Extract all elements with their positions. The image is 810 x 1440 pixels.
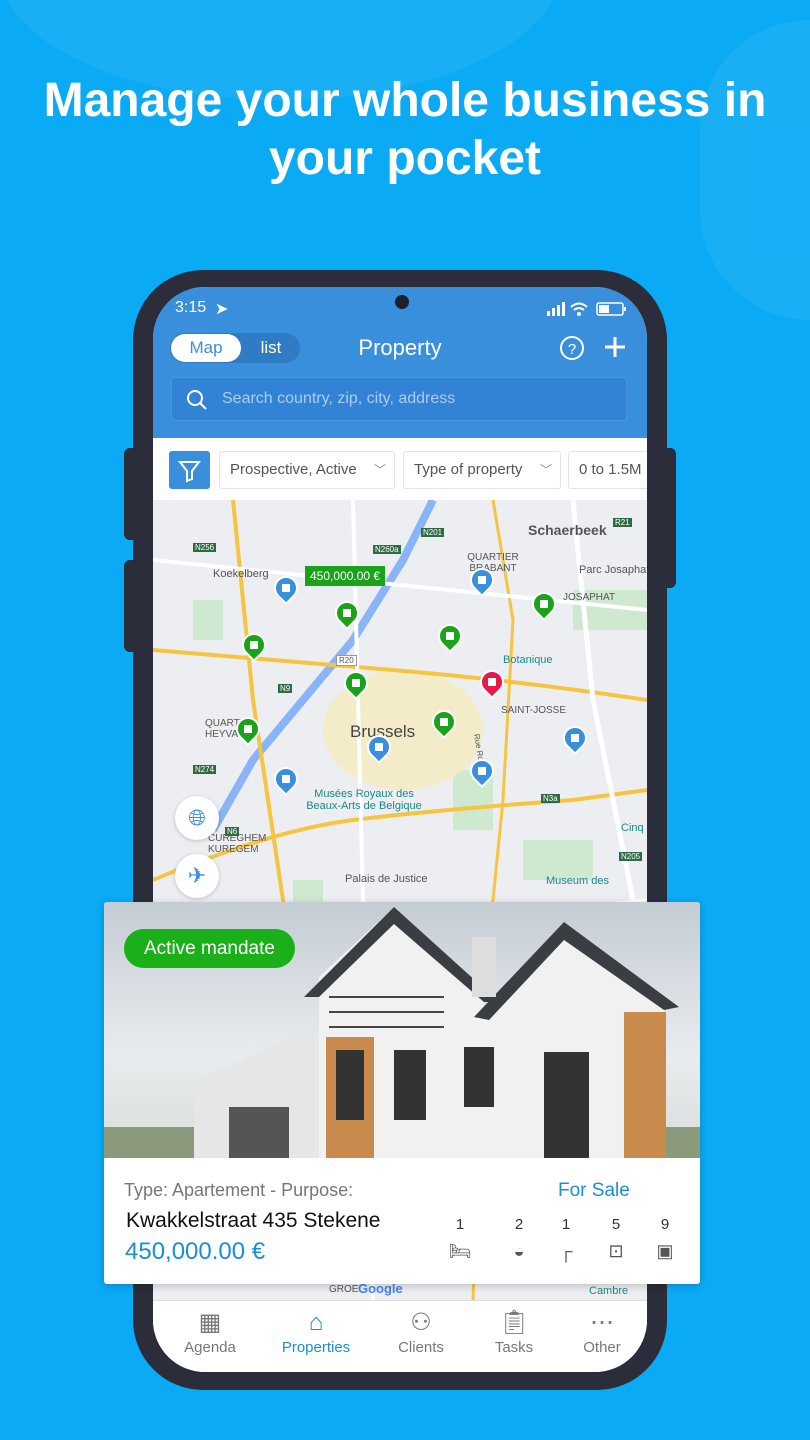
price-filter-label: 0 to 1.5M [579,461,642,478]
road-label: R21 [613,518,632,527]
tab-other[interactable]: ⋯ Other [557,1307,647,1356]
road-label: N9 [278,684,293,693]
filter-bar: Prospective, Active ﹀ Type of property ﹀ 0… [153,438,647,500]
search-icon [187,390,207,410]
svg-text:?: ? [568,341,576,358]
location-icon: ➤ [215,301,229,318]
tab-agenda[interactable]: ▦ Agenda [165,1307,255,1356]
map-label: Parc Josaphat [579,564,647,576]
map-label: Botanique [503,654,553,666]
property-card[interactable]: Active mandate Type: Apartement - Purpos… [104,902,700,1284]
feature-showers: 1 ┌ [551,1216,581,1262]
map-label: Koekelberg [213,568,269,580]
rooms-icon: ⊡ [608,1241,624,1261]
tab-label: Properties [281,1339,351,1356]
satellite-icon: ✈︎ [187,863,207,888]
bed-icon: 🛏︎ [448,1241,472,1261]
users-icon: ⚇ [410,1309,432,1336]
tab-label: Agenda [184,1339,236,1356]
road-label: N274 [193,765,217,774]
home-icon: ⌂ [308,1309,324,1336]
feature-bathrooms: 2 ◒ [504,1216,534,1262]
status-icons [547,302,626,316]
map-label: Museum des [546,875,609,887]
tab-properties[interactable]: ⌂ Properties [271,1307,361,1356]
purpose: For Sale [558,1180,630,1201]
calendar-icon: ▦ [198,1309,222,1336]
search-bar [171,377,627,421]
filter-button[interactable] [169,451,210,489]
more-icon: ⋯ [590,1309,614,1336]
road-label: N256 [193,543,217,552]
search-input[interactable] [222,378,622,420]
map-label: QUARTIER BRABANT [467,552,519,574]
feature-area: 9 ▣ [650,1216,680,1262]
clipboard-icon: 📋︎ [498,1309,530,1336]
feature-rooms: 5 ⊡ [601,1216,631,1262]
globe-icon: 🌐︎ [188,805,206,830]
type-purpose: Type: Apartement - Purpose: [124,1180,354,1200]
road-label: N6 [225,827,240,836]
road-label: N260a [373,545,401,554]
area-icon: ▣ [656,1241,674,1261]
tab-label: Clients [398,1339,444,1356]
status-filter[interactable]: Prospective, Active ﹀ [219,451,395,489]
road-label: N3a [541,794,560,803]
feature-count: 2 [514,1216,524,1233]
chevron-down-icon: ﹀ [539,463,552,477]
bathtub-icon: ◒ [513,1241,525,1261]
map-label: Cinq [621,822,644,834]
feature-bedrooms: 1 🛏︎ [445,1216,475,1262]
feature-count: 9 [660,1216,670,1233]
shower-icon: ┌ [559,1241,573,1261]
property-price: 450,000.00 € [125,1238,266,1265]
road-label: N205 [619,852,643,861]
bottom-tab-bar: ▦ Agenda ⌂ Properties ⚇ Clients 📋︎ Tasks ⋯ Ot… [153,1300,647,1372]
type-filter-label: Type of property [414,461,523,478]
feature-count: 5 [611,1216,621,1233]
chevron-down-icon: ﹀ [373,463,386,477]
feature-count: 1 [455,1216,465,1233]
price-filter[interactable]: 0 to 1.5M [568,451,647,489]
map-label: Musées Royaux des Beaux-Arts de Belgique [306,788,422,812]
tab-clients[interactable]: ⚇ Clients [376,1307,466,1356]
road-label: N201 [421,528,445,537]
map-label: CUREGHEM KUREGEM [208,833,267,855]
status-time: 3:15 [175,299,207,316]
headline: Manage your whole business in your pocke… [43,74,767,185]
app-header: 3:15 ➤ Map list Property ? [153,287,647,438]
add-icon[interactable] [603,335,627,359]
tab-tasks[interactable]: 📋︎ Tasks [469,1307,559,1356]
feature-count: 1 [561,1216,571,1233]
tab-label: Other [583,1339,621,1356]
help-icon[interactable]: ? [559,335,585,361]
tab-label: Tasks [494,1339,534,1356]
status-badge: Active mandate [124,929,295,968]
satellite-button[interactable]: ✈︎ [175,854,219,898]
road-label: R20 [336,655,357,666]
map-label: Cambre [589,1285,629,1297]
map-label: GROE [329,1284,359,1295]
property-photo: Active mandate [104,902,700,1158]
filter-icon [177,461,202,483]
property-address: Kwakkelstraat 435 Stekene [126,1209,381,1232]
status-filter-label: Prospective, Active [230,461,357,478]
property-info: Type: Apartement - Purpose: For Sale Kwa… [104,1158,700,1284]
map-label: SAINT-JOSSE [501,705,567,716]
type-filter[interactable]: Type of property ﹀ [403,451,561,489]
map-label: Palais de Justice [345,873,428,885]
price-tag[interactable]: 450,000.00 € [305,566,386,586]
globe-button[interactable]: 🌐︎ [175,796,219,840]
map-label: JOSAPHAT [563,592,616,603]
camera [395,295,409,309]
map-label: Schaerbeek [528,522,607,538]
